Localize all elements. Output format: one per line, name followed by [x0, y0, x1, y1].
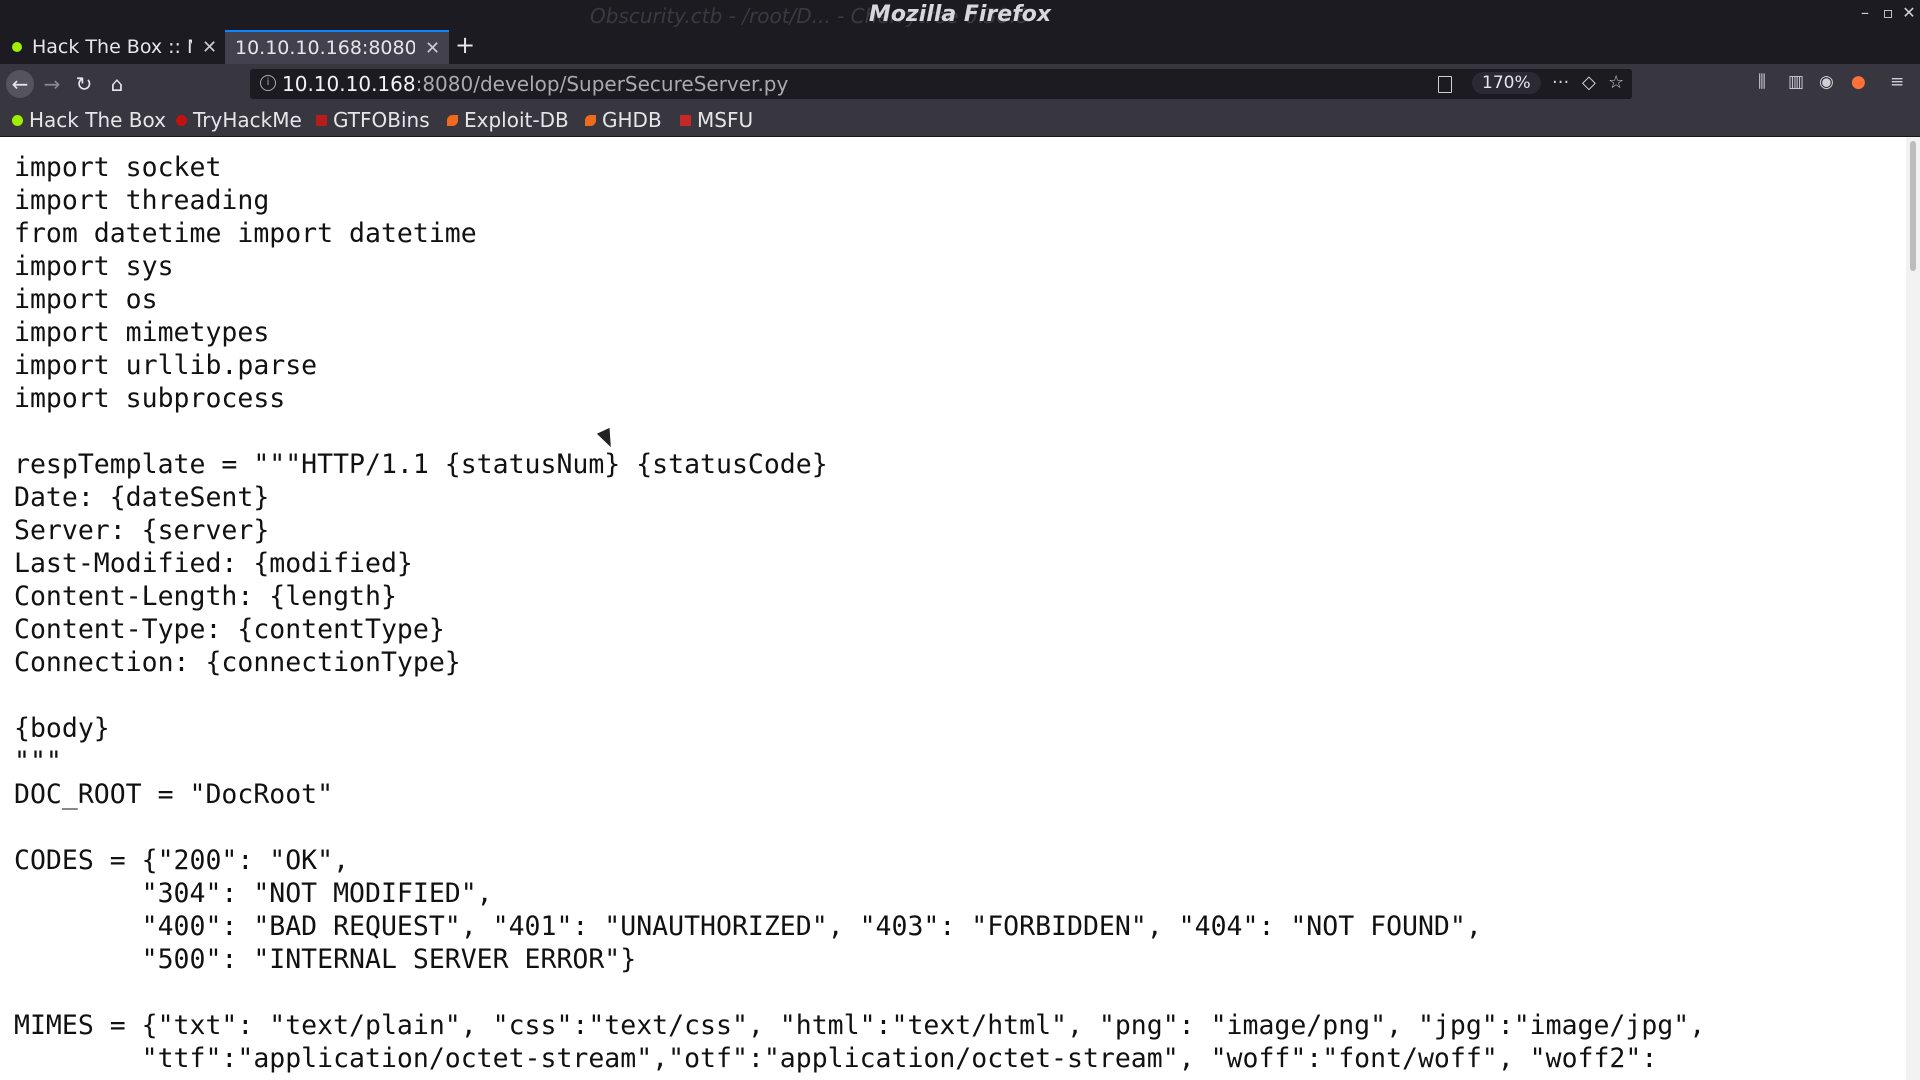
bookmark-tryhackme[interactable]: TryHackMe [176, 108, 302, 132]
source-code: import socket import threading from dateti… [0, 137, 1906, 1075]
code-line: """ [14, 746, 62, 777]
new-tab-button[interactable]: + [455, 31, 475, 59]
navigation-toolbar: ← → ↻ ⌂ i 10.10.10.168:8080/develop/Supe… [0, 64, 1920, 104]
bookmark-label: TryHackMe [193, 108, 302, 132]
account-icon[interactable]: ◉ [1819, 72, 1834, 92]
pocket-icon[interactable]: ◇ [1582, 72, 1596, 93]
title-bar: Obscurity.ctb - /root/D... - Cherrytree … [0, 0, 1920, 30]
bookmark-gtfobins[interactable]: GTFOBins [316, 108, 430, 132]
code-line: import socket [14, 152, 222, 183]
code-line: import os [14, 284, 158, 315]
code-line: Last-Modified: {modified} [14, 548, 413, 579]
bookmark-label: Hack The Box [29, 108, 166, 132]
code-line: "304": "NOT MODIFIED", [14, 878, 493, 909]
ghdb-icon [585, 114, 596, 126]
tab-supersecureserver[interactable]: 10.10.10.168:8080/ ✕ [225, 30, 449, 64]
code-line: CODES = {"200": "OK", [14, 845, 350, 876]
bookmark-label: GTFOBins [333, 108, 430, 132]
minimize-button[interactable]: – [1856, 3, 1874, 22]
htb-icon [12, 114, 23, 126]
page-actions-icon[interactable]: ··· [1552, 72, 1569, 93]
code-line: import sys [14, 251, 174, 282]
url-path: :8080/develop/SuperSecureServer.py [415, 72, 789, 96]
code-line: {body} [14, 713, 110, 744]
reader-view-icon[interactable] [1438, 76, 1452, 93]
page-content: import socket import threading from dateti… [0, 137, 1906, 1080]
forward-button[interactable]: → [38, 70, 66, 98]
code-line: DOC_ROOT = "DocRoot" [14, 779, 334, 810]
code-line: Content-Type: {contentType} [14, 614, 445, 645]
code-line: MIMES = {"txt": "text/plain", "css":"tex… [14, 1010, 1706, 1041]
tab-close-icon[interactable]: ✕ [202, 37, 217, 58]
vertical-scrollbar[interactable] [1906, 137, 1920, 1080]
code-line: Date: {dateSent} [14, 482, 270, 513]
tab-label: 10.10.10.168:8080/ [235, 37, 415, 59]
url-text[interactable]: 10.10.10.168:8080/develop/SuperSecureSer… [282, 72, 788, 96]
bookmark-label: GHDB [602, 108, 662, 132]
gtfobins-icon [316, 114, 327, 126]
extension-icon[interactable]: ● [1851, 72, 1866, 92]
code-line: import urllib.parse [14, 350, 318, 381]
maximize-button[interactable]: ▫ [1879, 3, 1897, 22]
exploitdb-icon [447, 114, 458, 126]
scrollbar-thumb[interactable] [1910, 141, 1916, 271]
code-line: Connection: {connectionType} [14, 647, 461, 678]
bookmark-hackthebox[interactable]: Hack The Box [12, 108, 166, 132]
library-icon[interactable]: ⫼ [1758, 72, 1766, 92]
bookmark-label: Exploit-DB [464, 108, 569, 132]
bookmark-label: MSFU [697, 108, 754, 132]
url-bar[interactable]: i 10.10.10.168:8080/develop/SuperSecureS… [250, 69, 1632, 99]
bookmark-exploitdb[interactable]: Exploit-DB [447, 108, 569, 132]
code-line: "400": "BAD REQUEST", "401": "UNAUTHORIZ… [14, 911, 1482, 942]
tab-label: Hack The Box :: M [32, 36, 192, 58]
code-line: respTemplate = """HTTP/1.1 {statusNum} {… [14, 449, 828, 480]
tab-strip: Hack The Box :: M ✕ 10.10.10.168:8080/ ✕… [0, 30, 1920, 64]
url-host: 10.10.10.168 [282, 72, 416, 96]
code-line: "ttf":"application/octet-stream","otf":"… [14, 1043, 1658, 1074]
code-line: import mimetypes [14, 317, 270, 348]
close-window-button[interactable]: ✕ [1900, 3, 1918, 22]
code-line: Content-Length: {length} [14, 581, 397, 612]
code-line: import threading [14, 185, 270, 216]
reload-button[interactable]: ↻ [70, 70, 98, 98]
bookmarks-toolbar: Hack The Box TryHackMe GTFOBins Exploit-… [0, 104, 1920, 137]
bookmark-ghdb[interactable]: GHDB [585, 108, 662, 132]
code-line: Server: {server} [14, 515, 270, 546]
menu-icon[interactable]: ≡ [1890, 72, 1904, 92]
sidebar-icon[interactable]: ▥ [1788, 72, 1804, 92]
code-line: from datetime import datetime [14, 218, 477, 249]
code-line: "500": "INTERNAL SERVER ERROR"} [14, 944, 637, 975]
thm-icon [176, 114, 187, 126]
bookmark-star-icon[interactable]: ☆ [1608, 72, 1624, 93]
tab-hackthebox[interactable]: Hack The Box :: M ✕ [0, 30, 225, 64]
bookmark-msfu[interactable]: MSFU [680, 108, 753, 132]
home-button[interactable]: ⌂ [103, 70, 131, 98]
window-title: Mozilla Firefox [868, 2, 1052, 27]
htb-favicon-icon [12, 42, 22, 52]
msfu-icon [680, 114, 691, 126]
back-button[interactable]: ← [6, 70, 34, 98]
zoom-level-badge[interactable]: 170% [1472, 72, 1541, 94]
tab-close-icon[interactable]: ✕ [425, 38, 440, 59]
site-info-icon[interactable]: i [260, 75, 276, 91]
code-line: import subprocess [14, 383, 286, 414]
